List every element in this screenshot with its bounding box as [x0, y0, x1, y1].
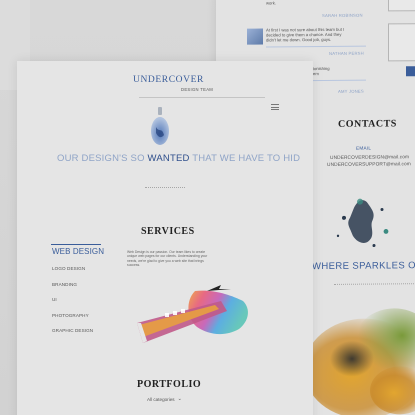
site-logo-subtitle: DESIGN TEAM: [181, 87, 214, 92]
service-description: Web Design is our passion. Our team like…: [127, 250, 207, 267]
hero-tagline-emphasis: WANTED: [147, 153, 190, 164]
service-item-ui[interactable]: UI: [52, 297, 57, 302]
hero-tagline: OUR DESIGN'S SO WANTED THAT WE HAVE TO H…: [57, 153, 300, 164]
contacts-title: CONTACTS: [338, 118, 397, 130]
email-label: EMAIL: [356, 145, 372, 151]
service-item-graphic-design[interactable]: GRAPHIC DESIGN: [52, 328, 93, 333]
testimonial-line: work.: [266, 0, 277, 6]
contact-form-field[interactable]: [388, 0, 415, 12]
hero-bulb-image: [151, 107, 169, 145]
site-logo[interactable]: UNDERCOVER: [133, 75, 204, 85]
send-button[interactable]: [406, 66, 415, 77]
testimonial-avatar-image: [247, 28, 263, 45]
testimonial-author: SARAH ROBINSON: [322, 12, 363, 19]
contact-email-link[interactable]: UNDERCOVERDESIGN@mail.com: [330, 155, 409, 161]
service-item-web-design[interactable]: WEB DESIGN: [52, 247, 104, 256]
services-title: SERVICES: [141, 226, 195, 237]
portfolio-category-value: All categories: [147, 396, 175, 402]
testimonial-text: work.: [266, 0, 276, 5]
hero-tagline-part: THAT WE HAVE TO HID: [189, 153, 301, 164]
hero-tagline-part: OUR DESIGN'S SO: [57, 153, 148, 164]
testimonial-line: didn't let me down. Good job, guys.: [266, 37, 332, 43]
testimonial-author: NATHAN PERSH: [329, 50, 364, 56]
watercolor-splash-image: [312, 308, 415, 415]
contact-form-message-field[interactable]: [388, 23, 415, 62]
web-design-illustration-image: [137, 285, 248, 343]
testimonial-author: AMY JONES: [338, 88, 364, 94]
footer-links[interactable]: [334, 283, 415, 288]
portfolio-title: PORTFOLIO: [137, 379, 202, 390]
service-description-line: success.: [127, 262, 141, 267]
screenshot-stage: work. SARAH ROBINSON At first I was not …: [0, 0, 415, 415]
testimonial-text: At first I was not sure about this team …: [266, 27, 344, 43]
service-item-branding[interactable]: BRANDING: [52, 282, 77, 287]
chevron-down-icon: ⌄: [177, 396, 182, 402]
service-item-photography[interactable]: PHOTOGRAPHY: [52, 313, 89, 318]
hero-tagline: WHERE SPARKLES OF IDE: [312, 260, 415, 273]
testimonial-divider: [266, 45, 366, 48]
hero-caption: [145, 187, 185, 191]
ink-splash-image: [336, 198, 389, 248]
left-page-preview: UNDERCOVER DESIGN TEAM OUR DESIGN'S SO W…: [17, 61, 313, 415]
service-item-logo-design[interactable]: LOGO DESIGN: [52, 266, 85, 271]
hamburger-menu-icon[interactable]: [271, 104, 279, 110]
portfolio-category-select[interactable]: All categories ⌄: [147, 396, 182, 402]
contact-email-link[interactable]: UNDERCOVERSUPPORT@mail.com: [327, 162, 411, 168]
services-active-indicator: [51, 244, 101, 245]
header-divider: [139, 97, 265, 98]
service-description-line: unique web pages for our clients. Unders…: [127, 254, 208, 259]
